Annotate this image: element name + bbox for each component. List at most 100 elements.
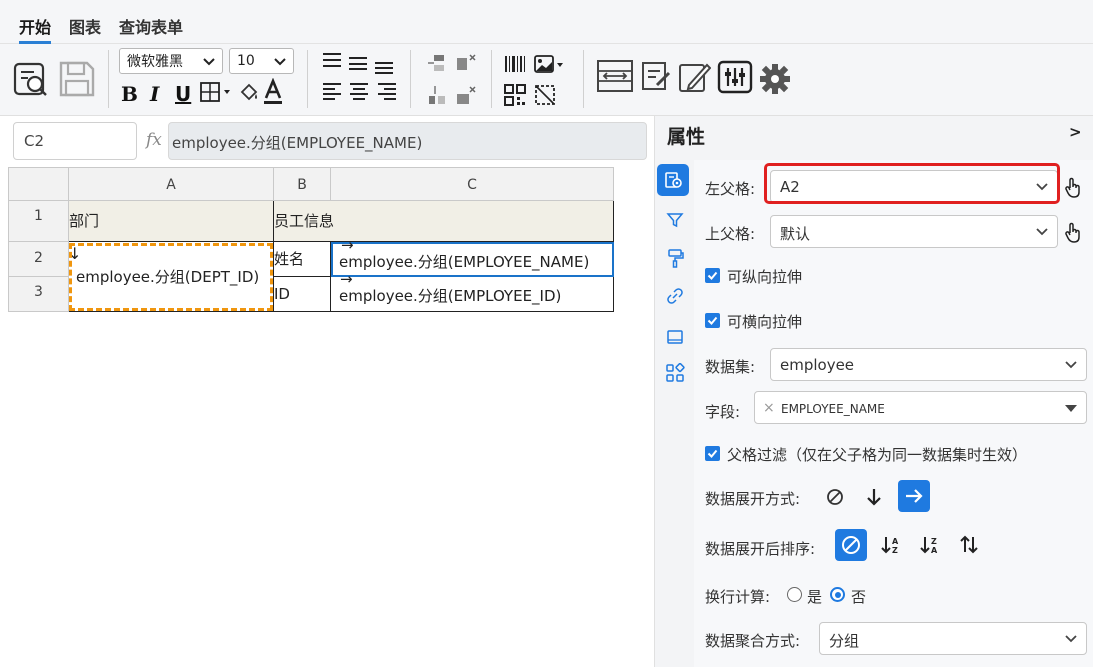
field-tag-remove[interactable]: × (763, 400, 775, 416)
cell-b1[interactable]: 员工信息 (274, 201, 614, 242)
cell-b2[interactable]: 姓名 (274, 242, 331, 277)
save-icon[interactable] (57, 58, 97, 100)
link-icon[interactable] (662, 283, 688, 309)
row-header-3[interactable]: 3 (8, 277, 69, 312)
settings-sliders-icon[interactable] (716, 58, 754, 96)
qrcode-icon[interactable] (504, 84, 526, 106)
expand-none-button[interactable] (819, 481, 851, 513)
delete-row-icon[interactable] (454, 52, 478, 74)
row-header-2[interactable]: 2 (8, 242, 69, 277)
edit-pencil-icon[interactable] (676, 58, 712, 96)
page-setup-icon[interactable] (595, 56, 635, 96)
column-header-b[interactable]: B (274, 167, 331, 201)
wrap-calc-no-radio[interactable] (830, 587, 845, 602)
font-size-value: 10 (237, 53, 255, 69)
tab-start[interactable]: 开始 (19, 14, 52, 44)
expand-horizontal-button[interactable] (898, 480, 930, 512)
pick-cell-hand-icon[interactable] (1062, 221, 1084, 245)
chevron-down-icon (1065, 635, 1077, 643)
gear-icon[interactable] (758, 62, 792, 96)
vertical-stretch-label: 可纵向拉伸 (727, 268, 803, 286)
font-family-select[interactable]: 微软雅黑 (119, 48, 223, 74)
formula-input[interactable]: employee.分组(EMPLOYEE_NAME) (168, 122, 647, 160)
border-icon[interactable] (199, 80, 233, 104)
report-edit-icon[interactable] (638, 58, 674, 96)
column-header-a[interactable]: A (69, 167, 274, 201)
tab-chart[interactable]: 图表 (69, 14, 101, 38)
aggregate-select[interactable]: 分组 (819, 622, 1087, 655)
corner-cell[interactable] (8, 167, 69, 201)
toolbar-divider (583, 50, 584, 108)
panel-collapse-button[interactable]: > (1069, 123, 1082, 141)
fill-color-icon[interactable] (237, 80, 261, 104)
chevron-down-icon (1065, 361, 1077, 369)
filter-icon[interactable] (662, 207, 688, 233)
sort-ascending-icon[interactable]: AZ (875, 529, 907, 561)
insert-column-icon[interactable] (426, 84, 448, 106)
cell-c2-text: employee.分组(EMPLOYEE_NAME) (339, 253, 590, 271)
widget-frame-icon[interactable] (662, 324, 688, 350)
vertical-stretch-checkbox[interactable] (705, 268, 720, 283)
sort-custom-icon[interactable] (953, 529, 985, 561)
align-middle-icon[interactable] (346, 52, 370, 72)
chevron-down-icon (274, 58, 286, 66)
cell-c2-selected[interactable]: → employee.分组(EMPLOYEE_NAME) (331, 236, 614, 277)
top-parent-label: 上父格: (705, 225, 756, 243)
expand-sort-label: 数据展开后排序: (705, 540, 816, 558)
column-header-c[interactable]: C (331, 167, 614, 201)
cell-c3[interactable]: → employee.分组(EMPLOYEE_ID) (331, 270, 614, 312)
components-icon[interactable] (662, 360, 688, 386)
font-size-select[interactable]: 10 (229, 48, 294, 74)
expand-mode-label: 数据展开方式: (705, 490, 801, 508)
chevron-down-icon (1036, 228, 1048, 236)
underline-button[interactable]: U (175, 82, 191, 106)
chevron-down-icon (203, 58, 215, 66)
font-family-value: 微软雅黑 (127, 54, 183, 70)
wrap-calc-yes-label: 是 (807, 588, 823, 606)
cell-properties-icon[interactable] (657, 164, 689, 196)
image-icon[interactable] (534, 54, 566, 76)
toolbar-divider (410, 50, 411, 108)
font-color-icon[interactable] (262, 78, 284, 106)
wrap-calc-label: 换行计算: (705, 588, 771, 606)
row-header-1[interactable]: 1 (8, 201, 69, 242)
slash-cell-icon[interactable] (534, 84, 556, 106)
italic-button[interactable]: I (150, 82, 159, 106)
preview-icon[interactable] (12, 58, 50, 100)
cell-reference-box[interactable]: C2 (13, 122, 137, 160)
horizontal-stretch-checkbox[interactable] (705, 313, 720, 328)
pick-cell-hand-icon[interactable] (1062, 176, 1084, 200)
barcode-icon[interactable] (504, 54, 526, 74)
top-parent-select[interactable]: 默认 (770, 215, 1058, 248)
delete-column-icon[interactable] (454, 84, 478, 106)
cell-a1[interactable]: 部门 (69, 201, 274, 242)
align-center-icon[interactable] (347, 82, 371, 102)
parent-filter-label: 父格过滤（仅在父子格为同一数据集时生效） (727, 446, 1028, 464)
sort-none-button[interactable] (835, 529, 867, 561)
field-label: 字段: (705, 403, 741, 421)
caret-down-icon (1065, 405, 1077, 412)
expand-vertical-button[interactable] (858, 481, 890, 513)
ribbon-tabs: 开始 图表 查询表单 (0, 0, 1093, 44)
align-top-icon[interactable] (320, 50, 344, 70)
fx-icon: fx (146, 130, 162, 150)
wrap-calc-yes-radio[interactable] (787, 587, 802, 602)
dataset-select[interactable]: employee (770, 348, 1087, 381)
sort-descending-icon[interactable]: ZA (914, 529, 946, 561)
toolbar-divider (108, 50, 109, 108)
align-left-icon[interactable] (320, 82, 344, 102)
insert-row-icon[interactable] (426, 52, 448, 74)
aggregate-value: 分组 (829, 632, 860, 650)
align-bottom-icon[interactable] (372, 56, 396, 76)
field-select[interactable]: × EMPLOYEE_NAME (754, 391, 1087, 424)
bold-button[interactable]: B (121, 82, 138, 106)
format-brush-icon[interactable] (662, 245, 688, 271)
align-right-icon[interactable] (375, 82, 399, 102)
tab-query-form[interactable]: 查询表单 (119, 14, 183, 38)
left-parent-label: 左父格: (705, 180, 756, 198)
svg-text:Z: Z (892, 546, 898, 555)
dataset-label: 数据集: (705, 358, 756, 376)
panel-title: 属性 (667, 126, 706, 148)
cell-b3[interactable]: ID (274, 277, 331, 312)
parent-filter-checkbox[interactable] (705, 446, 720, 461)
